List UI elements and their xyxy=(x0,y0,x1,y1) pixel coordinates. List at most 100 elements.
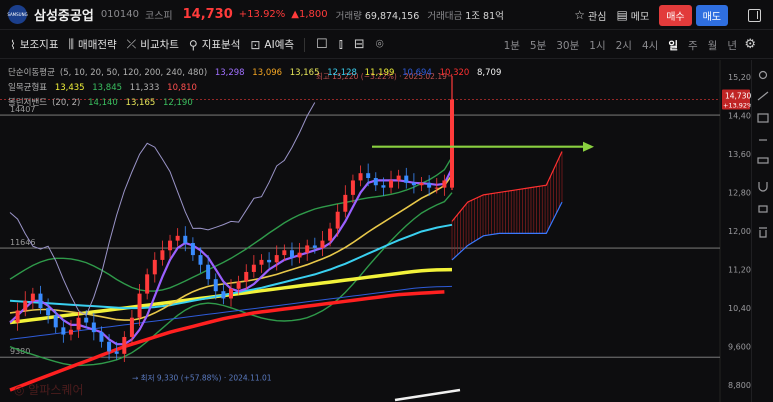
sell-button[interactable]: 매도 xyxy=(695,4,728,26)
ichimoku-value-4: 10,810 xyxy=(167,83,197,93)
candle-body xyxy=(259,259,264,265)
price-axis-tick-6: 10,400 xyxy=(728,304,751,313)
memo-button[interactable]: ▤ 메모 xyxy=(616,8,649,23)
candle-body xyxy=(30,293,35,301)
candle-body xyxy=(152,259,157,275)
watch-label: 관심 xyxy=(588,11,607,23)
candle-body xyxy=(358,173,363,181)
ai-icon: ⊡ xyxy=(250,37,261,52)
memo-label: 메모 xyxy=(630,11,650,23)
candle-body xyxy=(145,274,150,294)
candle-body xyxy=(198,255,203,265)
candle-body xyxy=(343,194,348,212)
period-30min[interactable]: 30분 xyxy=(556,38,579,53)
candle-body xyxy=(175,235,180,241)
period-2hour[interactable]: 2시 xyxy=(616,38,632,53)
candle-body xyxy=(46,308,51,316)
drawing-tools-icons xyxy=(757,70,769,238)
volume-value: 69,874,156 xyxy=(364,10,420,22)
ma-value-480: 8,709 xyxy=(477,68,502,78)
template-icon[interactable]: ⊟ xyxy=(354,37,365,52)
price-axis-tick-5: 11,200 xyxy=(728,266,751,275)
period-year[interactable]: 년 xyxy=(727,38,737,53)
ma-legend[interactable]: 단순이동평균 (5, 10, 20, 50, 120, 200, 240, 480… xyxy=(8,66,506,78)
strategy-label: 매매전략 xyxy=(78,39,117,51)
candle-body xyxy=(213,279,218,292)
price-chart[interactable]: 14407116469380최고 15,220 (−3.22%) · 2025.… xyxy=(0,60,751,402)
fib-icon[interactable] xyxy=(757,113,769,123)
magnet-icon[interactable] xyxy=(758,182,768,192)
candle-body xyxy=(396,175,401,181)
company-logo: SAMSUNG xyxy=(7,5,28,24)
price-chart-area[interactable]: 14407 11646 9380 최고 15,220 (−3.22%) · 2025.… xyxy=(0,60,773,402)
indicator-label: 보조지표 xyxy=(19,39,59,51)
candle-body xyxy=(274,255,279,263)
price-axis-tick-0: 15,200 xyxy=(728,73,751,82)
current-price-tag-value: 14,730 xyxy=(725,91,751,100)
period-month[interactable]: 월 xyxy=(708,38,718,53)
bollinger-value-upper: 14,140 xyxy=(88,98,118,108)
ichimoku-span-b xyxy=(451,201,563,261)
price-axis-tick-4: 12,000 xyxy=(728,227,751,236)
ma-value-20: 13,165 xyxy=(289,68,320,78)
strategy-button[interactable]: ⫼ 매매전략 xyxy=(69,37,117,52)
candle-body xyxy=(404,175,409,183)
amount-label: 거래대금 xyxy=(427,10,463,22)
candle-body xyxy=(91,322,96,333)
compare-icon: ⤫ xyxy=(126,37,137,51)
volume-info: 거래량 69,874,156 xyxy=(336,8,420,22)
ichimoku-lagging-line xyxy=(9,102,316,317)
level-label-1: 11646 xyxy=(10,238,35,247)
candle-body xyxy=(160,250,165,260)
ma-value-5: 13,298 xyxy=(214,68,245,78)
ma-value-120: 11,199 xyxy=(364,68,395,78)
indicator-button[interactable]: ⌇ 보조지표 xyxy=(10,37,59,52)
candle-body xyxy=(434,187,439,189)
stock-name[interactable]: 삼성중공업 xyxy=(34,5,94,24)
bollinger-legend-label: 볼린저밴드 xyxy=(8,98,48,108)
header-actions: ☆ 관심 ▤ 메모 매수 매도 xyxy=(574,0,773,30)
ichimoku-legend-label: 일목균형표 xyxy=(8,83,48,93)
analysis-label: 지표분석 xyxy=(201,39,241,51)
candle-body xyxy=(68,329,73,335)
panel-toggle-icon[interactable] xyxy=(748,8,761,22)
period-day[interactable]: 일 xyxy=(668,38,678,53)
ruler-icon[interactable] xyxy=(757,157,769,164)
spike-candle-body xyxy=(450,99,454,188)
analysis-button[interactable]: ⚲ 지표분석 xyxy=(189,37,240,52)
price-axis-tick-8: 8,800 xyxy=(728,381,751,390)
ai-button[interactable]: ⊡ AI예측 xyxy=(250,37,294,52)
watermark-text: ◎ 알파스퀘어 xyxy=(14,383,84,397)
compare-button[interactable]: ⤫ 비교차트 xyxy=(127,37,179,52)
candle-body xyxy=(53,315,58,328)
period-week[interactable]: 주 xyxy=(688,38,698,53)
candle-body xyxy=(99,332,104,342)
candle-body xyxy=(427,182,432,188)
bollinger-legend[interactable]: 볼린저밴드 (20, 2) 14,140 13,165 12,190 xyxy=(8,96,198,108)
watch-button[interactable]: ☆ 관심 xyxy=(574,8,606,23)
square-tool-icon[interactable]: ☐ xyxy=(316,37,328,52)
candle-type-icon[interactable]: ⫾ xyxy=(339,37,343,52)
camera-icon[interactable]: ⌾ xyxy=(376,37,384,52)
candle-body xyxy=(350,180,355,195)
period-1hour[interactable]: 1시 xyxy=(589,38,605,53)
green-arrow-head xyxy=(583,141,594,152)
stock-header: SAMSUNG 삼성중공업 010140 코스피 14,730 +13.92% … xyxy=(0,0,773,30)
candle-body xyxy=(419,182,424,186)
level-label-2: 9380 xyxy=(10,347,30,356)
period-5min[interactable]: 5분 xyxy=(530,38,546,53)
buy-button[interactable]: 매수 xyxy=(659,4,692,26)
ichimoku-legend[interactable]: 일목균형표 13,435 13,845 11,333 10,810 xyxy=(8,81,202,93)
period-1min[interactable]: 1분 xyxy=(504,38,520,53)
crosshair-icon[interactable] xyxy=(758,70,768,80)
change-amount: ▲1,800 xyxy=(291,9,328,20)
candle-body xyxy=(320,240,325,248)
settings-gear-icon[interactable]: ⚙ xyxy=(744,37,756,52)
trash-icon[interactable] xyxy=(759,227,767,238)
trend-line-icon[interactable] xyxy=(757,91,769,101)
amount-info: 거래대금 1조 81억 xyxy=(427,8,504,22)
lock-icon[interactable] xyxy=(758,205,768,213)
candle-body xyxy=(190,243,195,256)
ma-value-50: 12,128 xyxy=(327,68,357,78)
period-4hour[interactable]: 4시 xyxy=(642,38,658,53)
